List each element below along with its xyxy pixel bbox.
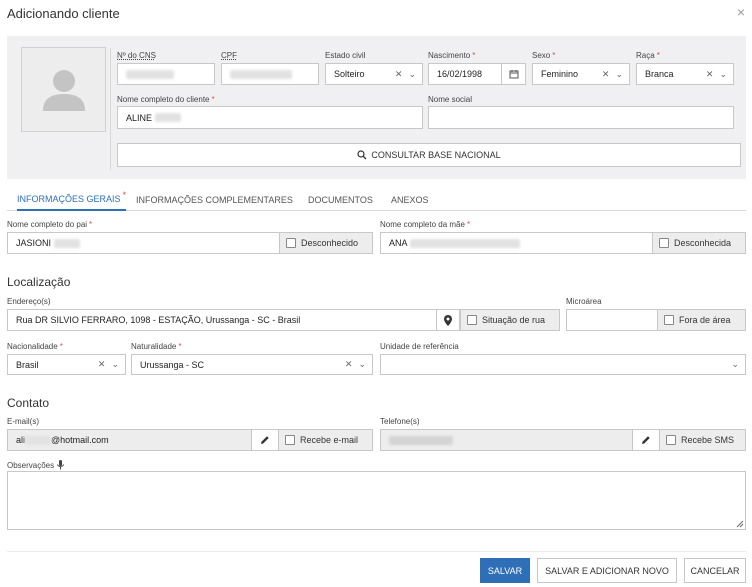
cns-input[interactable] xyxy=(117,63,215,85)
clear-icon[interactable]: ✕ xyxy=(395,69,403,80)
microarea-label: Microárea xyxy=(566,297,602,306)
microphone-icon[interactable] xyxy=(57,460,65,470)
tab-informacoes-gerais[interactable]: INFORMAÇÕES GERAIS * xyxy=(17,188,127,211)
footer-divider xyxy=(7,551,746,552)
nacionalidade-select[interactable]: Brasil ✕ ⌄ xyxy=(7,354,126,375)
tab-informacoes-complementares[interactable]: INFORMAÇÕES COMPLEMENTARES xyxy=(136,188,293,211)
chevron-down-icon: ⌄ xyxy=(615,68,623,79)
endereco-input[interactable]: Rua DR SILVIO FERRARO, 1098 - ESTAÇÃO, U… xyxy=(7,309,437,331)
pai-input[interactable]: JASIONI xyxy=(7,232,280,254)
mae-label: Nome completo da mãe * xyxy=(380,220,471,229)
cpf-input[interactable] xyxy=(221,63,319,85)
clear-icon[interactable]: ✕ xyxy=(602,69,610,80)
close-icon[interactable]: × xyxy=(734,4,748,20)
raca-label: Raça * xyxy=(636,51,660,60)
cancel-button[interactable]: CANCELAR xyxy=(684,558,746,583)
person-icon xyxy=(43,70,85,111)
nascimento-label: Nascimento * xyxy=(428,51,476,60)
situacao-rua-checkbox[interactable]: Situação de rua xyxy=(460,309,560,331)
pai-label: Nome completo do pai * xyxy=(7,220,93,229)
chevron-down-icon: ⌄ xyxy=(111,359,119,369)
mae-input[interactable]: ANA xyxy=(380,232,653,254)
edit-email-pencil-icon[interactable] xyxy=(251,429,279,451)
nome-completo-input[interactable]: ALINE xyxy=(117,106,423,129)
email-label: E-mail(s) xyxy=(7,417,39,426)
avatar[interactable] xyxy=(21,47,106,132)
email-input[interactable]: ali @hotmail.com xyxy=(7,429,252,451)
nome-completo-label: Nome completo do cliente * xyxy=(117,95,215,104)
nome-social-label: Nome social xyxy=(428,95,473,104)
raca-select[interactable]: Branca ✕ ⌄ xyxy=(636,63,734,85)
observacoes-label: Observações xyxy=(7,460,65,470)
divider xyxy=(110,48,111,170)
search-icon xyxy=(357,150,367,160)
cpf-label: CPF xyxy=(221,51,237,60)
observacoes-textarea[interactable] xyxy=(7,471,746,530)
resize-handle-icon[interactable] xyxy=(736,520,744,528)
naturalidade-select[interactable]: Urussanga - SC ✕ ⌄ xyxy=(131,354,373,375)
mae-desconhecida-checkbox[interactable]: Desconhecida xyxy=(652,232,746,254)
clear-icon[interactable]: ✕ xyxy=(706,69,714,80)
dialog-title: Adicionando cliente xyxy=(7,6,120,21)
recebe-email-checkbox[interactable]: Recebe e-mail xyxy=(278,429,373,451)
microarea-input[interactable] xyxy=(566,309,658,331)
recebe-sms-checkbox[interactable]: Recebe SMS xyxy=(659,429,746,451)
naturalidade-label: Naturalidade * xyxy=(131,342,182,351)
sexo-label: Sexo * xyxy=(532,51,556,60)
endereco-label: Endereço(s) xyxy=(7,297,51,306)
clear-icon[interactable]: ✕ xyxy=(98,359,106,370)
tab-documentos[interactable]: DOCUMENTOS xyxy=(308,188,373,211)
chevron-down-icon: ⌄ xyxy=(358,359,366,369)
chevron-down-icon: ⌄ xyxy=(408,68,416,79)
nascimento-input[interactable]: 16/02/1998 xyxy=(428,63,526,85)
unidade-referencia-select[interactable]: ⌄ xyxy=(380,354,746,375)
fora-area-checkbox[interactable]: Fora de área xyxy=(657,309,746,331)
localizacao-heading: Localização xyxy=(7,275,71,289)
consultar-base-nacional-button[interactable]: CONSULTAR BASE NACIONAL xyxy=(117,143,741,167)
clear-icon[interactable]: ✕ xyxy=(345,359,353,370)
map-pin-icon[interactable] xyxy=(436,309,460,331)
nome-social-input[interactable] xyxy=(428,106,734,129)
save-button[interactable]: SALVAR xyxy=(480,558,530,583)
tab-bar: INFORMAÇÕES GERAIS * INFORMAÇÕES COMPLEME… xyxy=(7,188,746,211)
nacionalidade-label: Nacionalidade * xyxy=(7,342,63,351)
telefone-label: Telefone(s) xyxy=(380,417,420,426)
save-and-add-new-button[interactable]: SALVAR E ADICIONAR NOVO xyxy=(537,558,677,583)
tab-anexos[interactable]: ANEXOS xyxy=(391,188,429,211)
pai-desconhecido-checkbox[interactable]: Desconhecido xyxy=(279,232,373,254)
contato-heading: Contato xyxy=(7,396,50,410)
telefone-input[interactable] xyxy=(380,429,633,451)
edit-telefone-pencil-icon[interactable] xyxy=(632,429,660,451)
unidade-referencia-label: Unidade de referência xyxy=(380,342,459,351)
chevron-down-icon: ⌄ xyxy=(719,68,727,79)
sexo-select[interactable]: Feminino ✕ ⌄ xyxy=(532,63,630,85)
cns-label: Nº do CNS xyxy=(117,51,156,60)
chevron-down-icon: ⌄ xyxy=(731,359,739,369)
estado-civil-select[interactable]: Solteiro ✕ ⌄ xyxy=(325,63,423,85)
estado-civil-label: Estado civil xyxy=(325,51,366,60)
calendar-icon[interactable] xyxy=(501,64,525,84)
